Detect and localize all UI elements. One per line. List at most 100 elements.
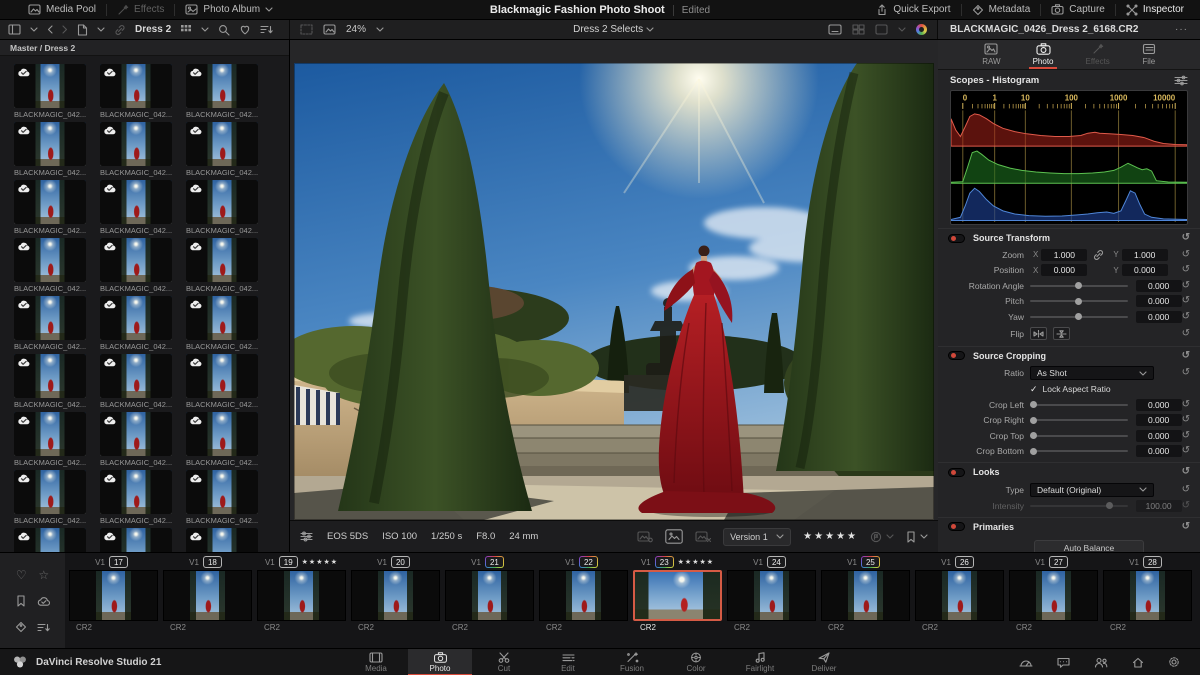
media-thumbnail[interactable] xyxy=(100,354,172,398)
reset-icon[interactable]: ↺ xyxy=(1182,430,1190,441)
lock-aspect-checkbox[interactable]: ✓ xyxy=(1030,384,1038,395)
crop-top-slider[interactable] xyxy=(1030,432,1128,440)
reset-icon[interactable]: ↺ xyxy=(1182,446,1190,456)
media-thumbnail-item[interactable]: BLACKMAGIC_042... xyxy=(14,238,86,293)
bookmark-icon[interactable] xyxy=(16,595,26,608)
primaries-toggle[interactable] xyxy=(948,522,965,531)
crop-left-field[interactable]: 0.000 xyxy=(1135,398,1182,411)
histogram-scope[interactable]: 0 1 10 100 1000 10000 xyxy=(950,90,1188,225)
reset-icon[interactable]: ↺ xyxy=(1182,415,1190,425)
page-tab-color[interactable]: Color xyxy=(664,649,728,675)
media-thumbnail[interactable] xyxy=(186,238,258,282)
reset-icon[interactable]: ↺ xyxy=(1182,399,1190,410)
media-thumbnail-item[interactable]: BLACKMAGIC_042... xyxy=(186,528,258,552)
yaw-slider[interactable] xyxy=(1030,313,1128,321)
media-thumbnail[interactable] xyxy=(14,122,86,166)
adjustments-icon[interactable] xyxy=(300,531,313,542)
filmstrip-thumbnail[interactable] xyxy=(1009,570,1098,621)
yaw-field[interactable]: 0.000 xyxy=(1135,310,1182,323)
tab-raw[interactable]: RAW xyxy=(978,40,1004,69)
media-thumbnail-item[interactable]: BLACKMAGIC_042... xyxy=(100,354,172,409)
image-active-icon[interactable] xyxy=(665,529,683,544)
collection-name[interactable]: Dress 2 xyxy=(135,24,171,35)
looks-type-dropdown[interactable]: Default (Original) xyxy=(1030,482,1154,497)
media-thumbnail[interactable] xyxy=(100,122,172,166)
filmstrip-item[interactable]: V1 21 CR2 xyxy=(444,554,535,648)
back-icon[interactable] xyxy=(47,25,53,34)
page-tab-photo[interactable]: Photo xyxy=(408,649,472,675)
favorite-heart-icon[interactable]: ♡ xyxy=(16,568,27,582)
performance-gauge-icon[interactable] xyxy=(1019,657,1033,668)
crop-top-field[interactable]: 0.000 xyxy=(1135,429,1182,442)
grid-view-icon[interactable] xyxy=(180,24,192,36)
page-tab-fusion[interactable]: Fusion xyxy=(600,649,664,675)
link-xy-icon[interactable] xyxy=(1092,249,1105,261)
media-thumbnail-item[interactable]: BLACKMAGIC_042... xyxy=(186,180,258,235)
filmstrip-thumbnail[interactable] xyxy=(1103,570,1192,621)
tag-icon[interactable] xyxy=(15,621,27,633)
image-settings-icon[interactable] xyxy=(637,530,654,543)
reset-icon[interactable]: ↺ xyxy=(1182,265,1190,275)
effects-button[interactable]: Effects xyxy=(107,0,174,19)
media-thumbnail-item[interactable]: BLACKMAGIC_042... xyxy=(100,122,172,177)
bookmark-dropdown[interactable] xyxy=(906,530,928,543)
tab-effects[interactable]: Effects xyxy=(1081,40,1113,69)
reset-icon[interactable]: ↺ xyxy=(1182,328,1190,339)
media-thumbnail-item[interactable]: BLACKMAGIC_042... xyxy=(14,296,86,351)
media-thumbnail[interactable] xyxy=(186,528,258,552)
filmstrip-thumbnail[interactable] xyxy=(915,570,1004,621)
media-thumbnail[interactable] xyxy=(14,470,86,514)
media-pool-button[interactable]: Media Pool xyxy=(18,0,106,19)
link-icon[interactable] xyxy=(114,24,126,36)
reset-icon[interactable]: ↺ xyxy=(1182,249,1190,260)
media-thumbnail-item[interactable]: BLACKMAGIC_042... xyxy=(186,412,258,467)
media-thumbnail-item[interactable]: BLACKMAGIC_042... xyxy=(14,412,86,467)
media-thumbnail[interactable] xyxy=(14,296,86,340)
crop-right-field[interactable]: 0.000 xyxy=(1135,414,1182,427)
flag-dropdown[interactable] xyxy=(870,531,894,543)
page-tab-deliver[interactable]: Deliver xyxy=(792,649,856,675)
crop-bottom-field[interactable]: 0.000 xyxy=(1135,445,1182,458)
media-thumbnail[interactable] xyxy=(100,412,172,456)
intensity-slider[interactable] xyxy=(1030,502,1128,510)
media-thumbnail-item[interactable]: BLACKMAGIC_042... xyxy=(186,296,258,351)
media-thumbnail-item[interactable]: BLACKMAGIC_042... xyxy=(14,528,86,552)
options-menu-button[interactable]: ··· xyxy=(1175,24,1188,35)
media-thumbnail[interactable] xyxy=(186,122,258,166)
media-thumbnail[interactable] xyxy=(100,296,172,340)
reset-icon[interactable]: ↺ xyxy=(1182,280,1190,291)
filmstrip-thumbnail[interactable] xyxy=(351,570,440,621)
media-thumbnail-item[interactable]: BLACKMAGIC_042... xyxy=(100,470,172,525)
filmstrip-thumbnail[interactable] xyxy=(539,570,628,621)
rotation-field[interactable]: 0.000 xyxy=(1135,279,1182,292)
color-wheel-icon[interactable] xyxy=(916,24,927,35)
ratio-dropdown[interactable]: As Shot xyxy=(1030,366,1154,380)
filmstrip-item[interactable]: V1 26 CR2 xyxy=(914,554,1005,648)
photo-album-button[interactable]: Photo Album xyxy=(175,0,283,19)
filmstrip-thumbnail[interactable] xyxy=(445,570,534,621)
reset-icon[interactable]: ↺ xyxy=(1182,311,1190,322)
page-tab-edit[interactable]: Edit xyxy=(536,649,600,675)
chevron-down-icon[interactable] xyxy=(898,27,906,32)
filmstrip-item[interactable]: V1 18 CR2 xyxy=(162,554,253,648)
crop-bottom-slider[interactable] xyxy=(1030,447,1128,455)
media-thumbnail-item[interactable]: BLACKMAGIC_042... xyxy=(186,470,258,525)
filmstrip-item[interactable]: V1 20 CR2 xyxy=(350,554,441,648)
page-tab-media[interactable]: Media xyxy=(344,649,408,675)
media-thumbnail[interactable] xyxy=(186,470,258,514)
inspector-button[interactable]: Inspector xyxy=(1116,0,1200,19)
media-thumbnail[interactable] xyxy=(14,528,86,552)
media-thumbnail-item[interactable]: BLACKMAGIC_042... xyxy=(100,180,172,235)
position-y-field[interactable]: 0.000 xyxy=(1121,264,1168,277)
looks-toggle[interactable] xyxy=(948,467,965,477)
reset-icon[interactable]: ↺ xyxy=(1182,521,1190,532)
metadata-button[interactable]: Metadata xyxy=(962,0,1041,19)
media-thumbnail-item[interactable]: BLACKMAGIC_042... xyxy=(186,64,258,119)
star-rating[interactable]: ★★★★★ xyxy=(803,531,858,542)
sort-icon[interactable] xyxy=(260,24,273,35)
chevron-down-icon[interactable] xyxy=(30,27,38,32)
media-thumbnail-item[interactable]: BLACKMAGIC_042... xyxy=(100,238,172,293)
compare-view-icon[interactable] xyxy=(875,24,888,35)
media-thumbnail-item[interactable]: BLACKMAGIC_042... xyxy=(100,528,172,552)
crop-right-slider[interactable] xyxy=(1030,416,1128,424)
